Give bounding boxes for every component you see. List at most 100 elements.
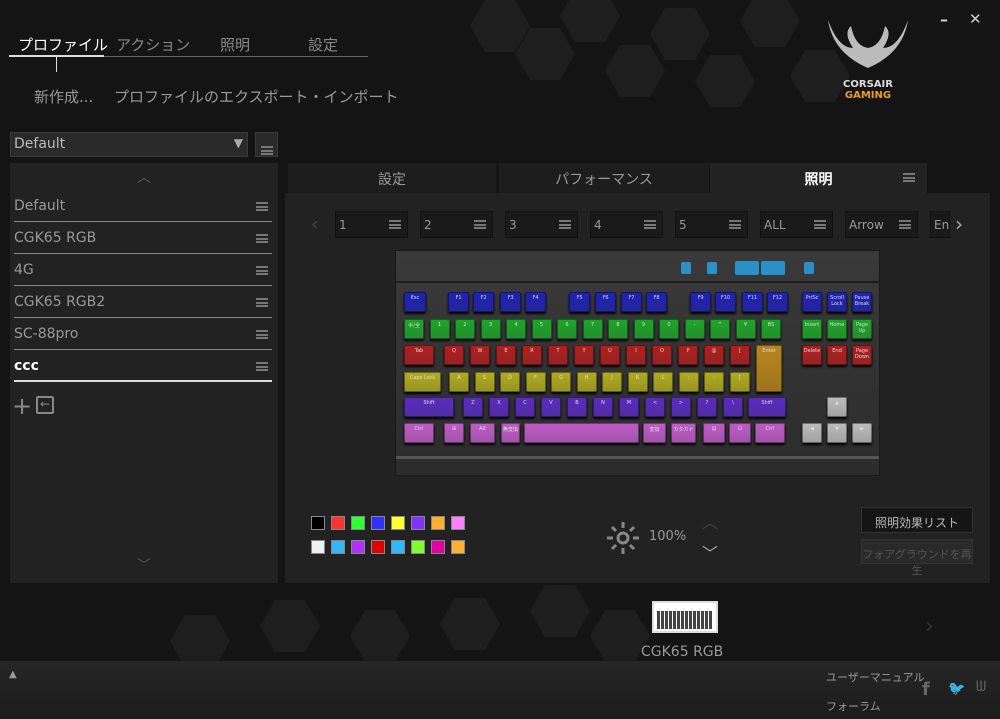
brightness-down-icon[interactable]: ﹀ <box>702 540 718 564</box>
main-tab-performance[interactable]: パフォーマンス <box>499 163 709 193</box>
export-import-link[interactable]: プロファイルのエクスポート・インポート <box>114 86 399 107</box>
menu-icon[interactable] <box>256 202 268 211</box>
key[interactable]: End <box>827 345 847 365</box>
user-manual-link[interactable]: ユーザーマニュアル <box>826 669 924 685</box>
subtab-next-icon[interactable]: › <box>955 212 963 236</box>
key[interactable]: Q <box>444 345 464 365</box>
key[interactable]: A <box>449 372 469 392</box>
key[interactable]: X <box>489 397 509 417</box>
key[interactable]: Enter <box>756 345 782 392</box>
lighting-layer-tab[interactable]: Arrow <box>845 211 918 238</box>
key[interactable]: Esc <box>404 292 426 312</box>
menu-icon[interactable] <box>899 220 911 229</box>
key[interactable]: K <box>627 372 648 392</box>
key[interactable]: ¥ <box>735 319 756 339</box>
import-profile-icon[interactable]: ← <box>36 396 54 414</box>
key[interactable]: Shift <box>404 397 454 417</box>
key[interactable]: F2 <box>473 292 494 312</box>
profile-item[interactable]: SC-88pro <box>14 319 272 350</box>
key[interactable]: O <box>652 345 672 365</box>
key[interactable]: 2 <box>455 319 475 339</box>
key[interactable]: Ctrl <box>404 423 434 443</box>
profile-item[interactable]: CGK65 RGB2 <box>14 287 272 318</box>
lock-key[interactable] <box>804 262 814 274</box>
close-button[interactable]: ✕ <box>969 10 982 28</box>
color-swatch[interactable] <box>331 516 345 530</box>
key[interactable]: F10 <box>715 292 736 312</box>
media-key[interactable] <box>681 262 691 274</box>
menu-icon[interactable] <box>559 220 571 229</box>
volume-down-key[interactable] <box>735 261 759 275</box>
profile-item[interactable]: ccc <box>14 351 272 382</box>
key[interactable]: Pause Break <box>852 292 872 312</box>
media-key[interactable] <box>707 262 717 274</box>
key[interactable]: ▶ <box>852 423 872 443</box>
lighting-layer-tab[interactable]: 2 <box>420 211 493 238</box>
key[interactable]: > <box>671 397 691 417</box>
key[interactable]: U <box>600 345 620 365</box>
key[interactable]: 9 <box>633 319 654 339</box>
key[interactable]: 6 <box>557 319 577 339</box>
key[interactable]: F1 <box>448 292 469 312</box>
scroll-up-icon[interactable]: ︿ <box>137 167 151 187</box>
color-swatch[interactable] <box>451 540 465 554</box>
key[interactable]: Insert <box>802 319 822 339</box>
new-profile-link[interactable]: 新作成... <box>34 86 93 107</box>
key[interactable]: D <box>500 372 520 392</box>
key[interactable]: F6 <box>595 292 616 312</box>
key[interactable]: [ <box>730 345 750 365</box>
key[interactable]: Page Up <box>852 319 872 339</box>
minimize-button[interactable]: – <box>940 10 948 29</box>
key[interactable]: F8 <box>646 292 667 312</box>
play-foreground-button[interactable]: フォアグラウンドを再生 <box>861 539 973 577</box>
key[interactable]: F3 <box>500 292 521 312</box>
lighting-layer-tab[interactable]: En <box>930 211 950 238</box>
color-swatch[interactable] <box>311 516 325 530</box>
key[interactable]: F4 <box>525 292 546 312</box>
color-swatch[interactable] <box>431 516 445 530</box>
key[interactable]: M <box>619 397 639 417</box>
color-swatch[interactable] <box>411 540 425 554</box>
key[interactable]: F7 <box>621 292 642 312</box>
profile-item[interactable]: Default <box>14 191 272 222</box>
key[interactable]: 変換 <box>643 423 666 443</box>
key[interactable]: S <box>474 372 495 392</box>
menu-icon[interactable] <box>903 173 915 182</box>
key[interactable]: - <box>684 319 705 339</box>
key[interactable]: W <box>470 345 490 365</box>
device-next-icon[interactable]: › <box>925 614 934 639</box>
key[interactable]: ^ <box>710 319 730 339</box>
color-swatch[interactable] <box>371 516 385 530</box>
key[interactable]: 半/全 <box>404 319 424 339</box>
key[interactable]: ] <box>729 372 750 392</box>
tab-actions[interactable]: アクション <box>116 34 190 55</box>
color-swatch[interactable] <box>371 540 385 554</box>
key[interactable]: F12 <box>767 292 788 312</box>
key[interactable]: 0 <box>659 319 679 339</box>
key[interactable]: Delete <box>802 345 822 365</box>
key[interactable]: H <box>576 372 597 392</box>
key[interactable]: 1 <box>429 319 450 339</box>
key[interactable]: ◀ <box>802 423 822 443</box>
menu-icon[interactable] <box>474 220 486 229</box>
color-swatch[interactable] <box>411 516 425 530</box>
keyboard-device-icon[interactable] <box>652 601 718 633</box>
key[interactable]: BS <box>761 319 781 339</box>
color-swatch[interactable] <box>351 540 365 554</box>
key[interactable]: ▼ <box>827 423 847 443</box>
profile-item[interactable]: 4G <box>14 255 272 286</box>
key[interactable]: Tab <box>404 345 434 365</box>
key[interactable]: ? <box>697 397 717 417</box>
key[interactable]: Y <box>574 345 594 365</box>
brightness-up-icon[interactable]: ︿ <box>702 509 718 533</box>
lighting-layer-tab[interactable]: 1 <box>335 211 408 238</box>
menu-icon[interactable] <box>256 362 268 371</box>
key[interactable]: Ctrl <box>755 423 785 443</box>
key[interactable]: Z <box>463 397 483 417</box>
menu-icon[interactable] <box>256 234 268 243</box>
tab-lighting[interactable]: 照明 <box>220 34 250 55</box>
key[interactable]: P <box>678 345 698 365</box>
color-swatch[interactable] <box>431 540 445 554</box>
key[interactable]: I <box>626 345 646 365</box>
key[interactable]: F9 <box>690 292 711 312</box>
